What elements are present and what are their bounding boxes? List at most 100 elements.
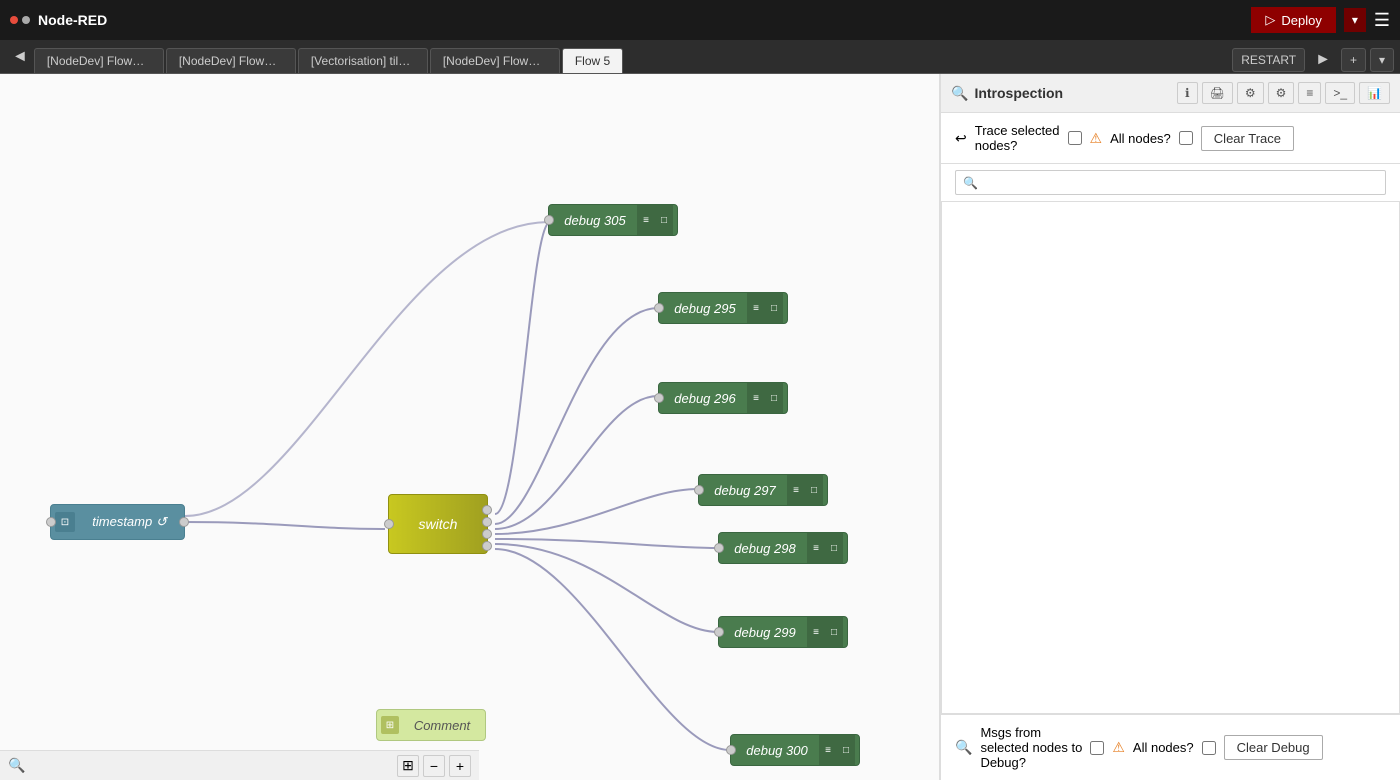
- debug298-menu-btn[interactable]: ≡: [807, 533, 825, 563]
- bottombar: 🔍 ⊞ − +: [0, 750, 479, 780]
- debug-all-nodes-checkbox[interactable]: [1202, 741, 1216, 755]
- debug305-menu-btn[interactable]: ≡: [637, 205, 655, 235]
- comment-label: Comment: [399, 718, 485, 733]
- debug305-label: debug 305: [553, 213, 637, 228]
- grid-toggle-button[interactable]: ⊞: [397, 755, 419, 777]
- timestamp-node[interactable]: ⊡ timestamp ↺: [50, 504, 185, 540]
- timestamp-icon: ⊡: [55, 512, 75, 532]
- debug300-toggle-btn[interactable]: □: [837, 735, 855, 765]
- debug-icon: 🔍: [955, 739, 972, 756]
- deploy-arrow-button[interactable]: ▾: [1344, 8, 1366, 32]
- debug305-toggle-btn[interactable]: □: [655, 205, 673, 235]
- debug299-toggle-btn[interactable]: □: [825, 617, 843, 647]
- trace-section: ↩ Trace selectednodes? ⚠ All nodes? Clea…: [941, 113, 1400, 164]
- switch-port-out1: [482, 505, 492, 515]
- debug300-label: debug 300: [735, 743, 819, 758]
- debug298-toggle-btn[interactable]: □: [825, 533, 843, 563]
- sidebar: 🔍 Introspection ℹ 🖨 ⚙ ⚙ ≡ >_ 📊 ↩ Trace s…: [940, 74, 1400, 780]
- tab-prev-button[interactable]: ◄: [6, 44, 34, 70]
- debug-checkbox[interactable]: [1090, 741, 1104, 755]
- logo-icon: [10, 16, 30, 24]
- tab-next-button[interactable]: ►: [1309, 47, 1337, 73]
- debug295-toggle-btn[interactable]: □: [765, 293, 783, 323]
- logo-dot-red: [10, 16, 18, 24]
- wire-svg: [0, 74, 939, 780]
- timestamp-port-right: [179, 517, 189, 527]
- tab-flow5[interactable]: Flow 5: [562, 48, 623, 73]
- debug-section: 🔍 Msgs fromselected nodes toDebug? ⚠ All…: [941, 714, 1400, 780]
- flow-canvas[interactable]: ⊡ timestamp ↺ switch debug 305 ≡ □: [0, 74, 940, 780]
- debug297-label: debug 297: [703, 483, 787, 498]
- tab-flowdash[interactable]: [NodeDev] FlowHub: [34, 48, 164, 73]
- debug299-menu-btn[interactable]: ≡: [807, 617, 825, 647]
- debug-label: Msgs fromselected nodes toDebug?: [980, 725, 1082, 770]
- tab-flow2ui[interactable]: [NodeDev] Flow2UI: [430, 48, 560, 73]
- comment-node[interactable]: ⊞ Comment: [376, 709, 486, 741]
- switch-port-out4: [482, 541, 492, 551]
- trace-all-nodes-label: All nodes?: [1110, 131, 1171, 146]
- hamburger-button[interactable]: ☰: [1374, 10, 1390, 31]
- sidebar-title-icon: 🔍: [951, 85, 968, 102]
- trace-label: Trace selectednodes?: [975, 123, 1060, 153]
- debug295-menu-btn[interactable]: ≡: [747, 293, 765, 323]
- debug295-label: debug 295: [663, 301, 747, 316]
- debug296-toggle-btn[interactable]: □: [765, 383, 783, 413]
- switch-port-out2: [482, 517, 492, 527]
- debug305-port-left: [544, 215, 554, 225]
- sidebar-list-btn[interactable]: ≡: [1298, 82, 1321, 104]
- debug-305-node[interactable]: debug 305 ≡ □: [548, 204, 678, 236]
- search-flow-button[interactable]: 🔍: [8, 757, 25, 774]
- debug-295-node[interactable]: debug 295 ≡ □: [658, 292, 788, 324]
- switch-port-out3: [482, 529, 492, 539]
- logo-dot-gray: [22, 16, 30, 24]
- sidebar-header: 🔍 Introspection ℹ 🖨 ⚙ ⚙ ≡ >_ 📊: [941, 74, 1400, 113]
- debug296-menu-btn[interactable]: ≡: [747, 383, 765, 413]
- sidebar-chart-btn[interactable]: 📊: [1359, 82, 1390, 104]
- debug298-label: debug 298: [723, 541, 807, 556]
- sidebar-info-btn[interactable]: ℹ: [1177, 82, 1198, 104]
- tab-vectorisation[interactable]: [Vectorisation] tile, s: [298, 48, 428, 73]
- debug-300-node[interactable]: debug 300 ≡ □: [730, 734, 860, 766]
- sidebar-settings-btn[interactable]: ⚙: [1268, 82, 1295, 104]
- debug295-port-left: [654, 303, 664, 313]
- clear-trace-button[interactable]: Clear Trace: [1201, 126, 1294, 151]
- sidebar-layout-btn[interactable]: ⚙: [1237, 82, 1264, 104]
- clear-debug-button[interactable]: Clear Debug: [1224, 735, 1323, 760]
- tab-dropdown-button[interactable]: ▾: [1370, 48, 1394, 72]
- trace-checkbox[interactable]: [1068, 131, 1082, 145]
- all-nodes-warning-icon: ⚠: [1090, 130, 1103, 147]
- topbar-left: Node-RED: [10, 12, 107, 28]
- deploy-button[interactable]: ▷ Deploy: [1251, 7, 1335, 33]
- debug-299-node[interactable]: debug 299 ≡ □: [718, 616, 848, 648]
- sidebar-print-btn[interactable]: 🖨: [1202, 82, 1233, 104]
- debug299-port-left: [714, 627, 724, 637]
- debug297-menu-btn[interactable]: ≡: [787, 475, 805, 505]
- debug-297-node[interactable]: debug 297 ≡ □: [698, 474, 828, 506]
- debug300-menu-btn[interactable]: ≡: [819, 735, 837, 765]
- debug296-port-left: [654, 393, 664, 403]
- trace-search-input[interactable]: [955, 170, 1386, 195]
- zoom-in-button[interactable]: +: [449, 755, 471, 777]
- debug298-port-left: [714, 543, 724, 553]
- sidebar-toolbar: ℹ 🖨 ⚙ ⚙ ≡ >_ 📊: [1177, 82, 1390, 104]
- debug-all-nodes-label: All nodes?: [1133, 740, 1194, 755]
- comment-icon: ⊞: [381, 716, 399, 734]
- debug-296-node[interactable]: debug 296 ≡ □: [658, 382, 788, 414]
- switch-label: switch: [389, 516, 487, 532]
- timestamp-port-left: [46, 517, 56, 527]
- trace-content-area: [941, 201, 1400, 714]
- debug-298-node[interactable]: debug 298 ≡ □: [718, 532, 848, 564]
- sidebar-terminal-btn[interactable]: >_: [1325, 82, 1355, 104]
- timestamp-label: timestamp ↺: [75, 514, 184, 530]
- zoom-controls: ⊞ − +: [397, 755, 471, 777]
- debug297-toggle-btn[interactable]: □: [805, 475, 823, 505]
- debug299-label: debug 299: [723, 625, 807, 640]
- all-nodes-checkbox[interactable]: [1179, 131, 1193, 145]
- switch-node[interactable]: switch: [388, 494, 488, 554]
- zoom-out-button[interactable]: −: [423, 755, 445, 777]
- tab-restart-button[interactable]: RESTART: [1232, 48, 1305, 72]
- tab-add-button[interactable]: +: [1341, 48, 1366, 72]
- app-title: Node-RED: [38, 12, 107, 28]
- topbar-right: ▷ Deploy ▾ ☰: [1251, 7, 1390, 33]
- tab-flowcon[interactable]: [NodeDev] FlowCon: [166, 48, 296, 73]
